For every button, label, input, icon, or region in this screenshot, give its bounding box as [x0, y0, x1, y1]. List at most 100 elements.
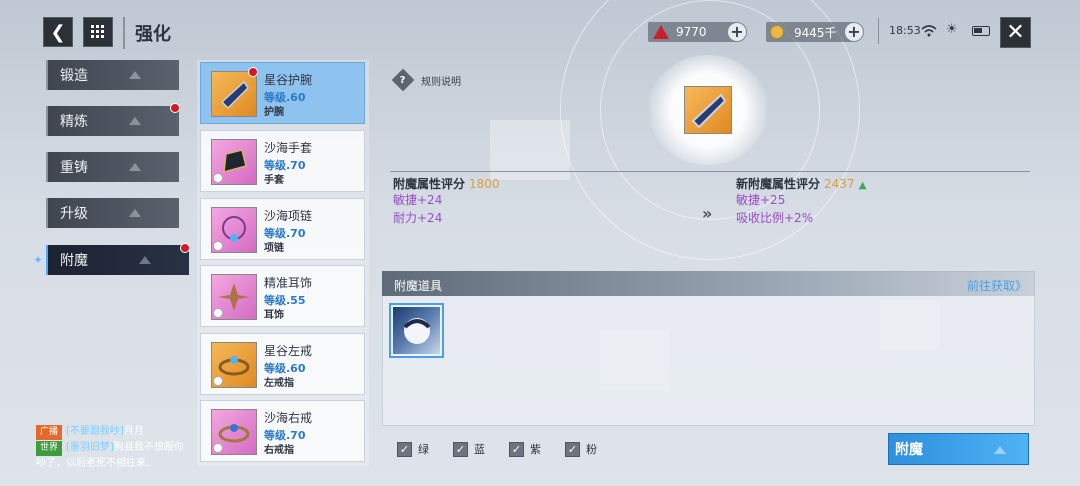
chat-line: 广播 [不要跟我吵]月月	[36, 424, 186, 440]
bind-status-icon	[213, 173, 223, 183]
back-button[interactable]: ❮	[43, 17, 73, 47]
gold-coin-icon	[770, 25, 784, 39]
filter-purple[interactable]: ✓ 紫	[509, 441, 541, 457]
item-type: 耳饰	[264, 310, 284, 321]
nav-enchant-label: 附魔	[60, 253, 88, 269]
enchant-button[interactable]: 附魔	[888, 433, 1029, 465]
equipment-item[interactable]: 沙海项链 等级.70 项链	[200, 198, 365, 260]
new-score-title: 新附魔属性评分 2437 ▲	[736, 177, 867, 191]
rules-link[interactable]: ? 规则说明	[391, 68, 461, 92]
bind-status-icon	[213, 376, 223, 386]
filter-pink[interactable]: ✓ 粉	[565, 441, 597, 457]
chat-sender: [墨羽旧梦]	[66, 442, 114, 453]
page-title: 强化	[135, 24, 171, 45]
red-crystal-icon	[653, 25, 669, 39]
equipment-item[interactable]: 精准耳饰 等级.55 耳饰	[200, 265, 365, 327]
enchant-material-icon	[393, 307, 440, 354]
selected-item-icon	[684, 86, 732, 134]
item-name: 沙海右戒	[264, 411, 313, 425]
equipment-item[interactable]: 沙海右戒 等级.70 右戒指	[200, 400, 365, 462]
nav-refine[interactable]: 精炼	[46, 106, 179, 136]
filter-label: 蓝	[474, 443, 485, 456]
nav-enchant-notification	[180, 243, 190, 253]
nav-forge[interactable]: 锻造	[46, 60, 179, 90]
checkbox-checked-icon: ✓	[509, 441, 524, 457]
chat-feed[interactable]: 广播 [不要跟我吵]月月 世界 [墨羽旧梦]狗县我不想跟你吵了，以后老死不相往来。	[36, 424, 186, 471]
menu-grid-button[interactable]	[83, 17, 113, 47]
equipment-item[interactable]: 星谷护腕 等级.60 护腕	[200, 62, 365, 124]
wifi-icon	[921, 25, 937, 37]
chat-sender: [不要跟我吵]	[66, 426, 124, 437]
item-name: 沙海手套	[264, 141, 313, 155]
checkbox-checked-icon: ✓	[397, 441, 412, 457]
materials-title: 附魔道具	[394, 279, 443, 293]
nav-refine-notification	[170, 103, 180, 113]
increase-arrow-icon: ▲	[858, 180, 867, 191]
item-type: 项链	[264, 243, 284, 254]
nav-enchant[interactable]: 附魔	[46, 245, 189, 275]
active-marker-icon: ✦	[33, 253, 44, 267]
item-type: 护腕	[264, 107, 284, 118]
bind-status-icon	[213, 308, 223, 318]
current-attr: 敏捷+24	[393, 193, 443, 207]
item-type: 手套	[264, 175, 284, 186]
rules-label: 规则说明	[421, 76, 461, 88]
chevron-left-icon: ❮	[50, 21, 66, 43]
status-divider	[878, 18, 879, 44]
currency-b-value: 9445千	[794, 25, 837, 40]
battery-icon	[972, 26, 990, 36]
filter-green[interactable]: ✓ 绿	[397, 441, 429, 457]
chat-message: 月月	[123, 426, 144, 437]
bracer-icon	[211, 71, 257, 117]
broadcast-tag: 广播	[36, 425, 63, 440]
arrow-right-icon: »	[702, 204, 713, 223]
grid-icon	[91, 25, 104, 38]
title-divider	[123, 17, 125, 49]
current-attr: 耐力+24	[393, 211, 443, 225]
current-score-title: 附魔属性评分 1800	[393, 177, 500, 191]
close-button[interactable]: ✕	[1000, 17, 1031, 48]
filter-label: 紫	[530, 443, 541, 456]
section-divider	[390, 171, 1030, 172]
add-currency-a-button[interactable]: +	[727, 22, 747, 42]
nav-upgrade[interactable]: 升级	[46, 198, 179, 228]
nav-upgrade-label: 升级	[60, 206, 88, 222]
world-tag: 世界	[36, 441, 63, 456]
clock: 18:53	[889, 24, 921, 37]
item-name: 星谷左戒	[264, 344, 313, 358]
get-materials-link[interactable]: 前往获取》	[967, 277, 1027, 294]
filter-label: 粉	[586, 443, 597, 456]
item-name: 沙海项链	[264, 209, 313, 223]
bind-status-icon	[213, 443, 223, 453]
add-currency-b-button[interactable]: +	[844, 22, 864, 42]
new-score: 2437	[824, 177, 855, 191]
current-score: 1800	[469, 177, 500, 191]
filter-blue[interactable]: ✓ 蓝	[453, 441, 485, 457]
question-icon: ?	[391, 68, 415, 92]
enchant-button-label: 附魔	[895, 442, 923, 458]
material-slot[interactable]	[389, 303, 444, 358]
materials-header	[382, 271, 1035, 296]
currency-b: 9445千	[766, 22, 856, 42]
nav-forge-label: 锻造	[60, 68, 88, 84]
equipment-item[interactable]: 星谷左戒 等级.60 左戒指	[200, 333, 365, 395]
nav-recast[interactable]: 重铸	[46, 152, 179, 182]
filter-label: 绿	[418, 443, 429, 456]
item-notification	[248, 67, 258, 77]
checkbox-checked-icon: ✓	[565, 441, 580, 457]
equipment-item[interactable]: 沙海手套 等级.70 手套	[200, 130, 365, 192]
chat-line: 世界 [墨羽旧梦]狗县我不想跟你吵了，以后老死不相往来。	[36, 440, 186, 471]
item-type: 左戒指	[264, 378, 294, 389]
item-type: 右戒指	[264, 445, 294, 456]
item-name: 星谷护腕	[264, 73, 313, 87]
new-attr: 吸收比例+2%	[736, 211, 814, 225]
nav-recast-label: 重铸	[60, 160, 88, 176]
new-attr: 敏捷+25	[736, 193, 786, 207]
currency-a: 9770	[648, 22, 738, 42]
item-name: 精准耳饰	[264, 276, 313, 290]
currency-a-value: 9770	[676, 25, 707, 39]
bind-status-icon	[213, 241, 223, 251]
nav-refine-label: 精炼	[60, 114, 88, 130]
close-icon: ✕	[1006, 20, 1025, 45]
brightness-icon: ☀	[946, 22, 958, 37]
